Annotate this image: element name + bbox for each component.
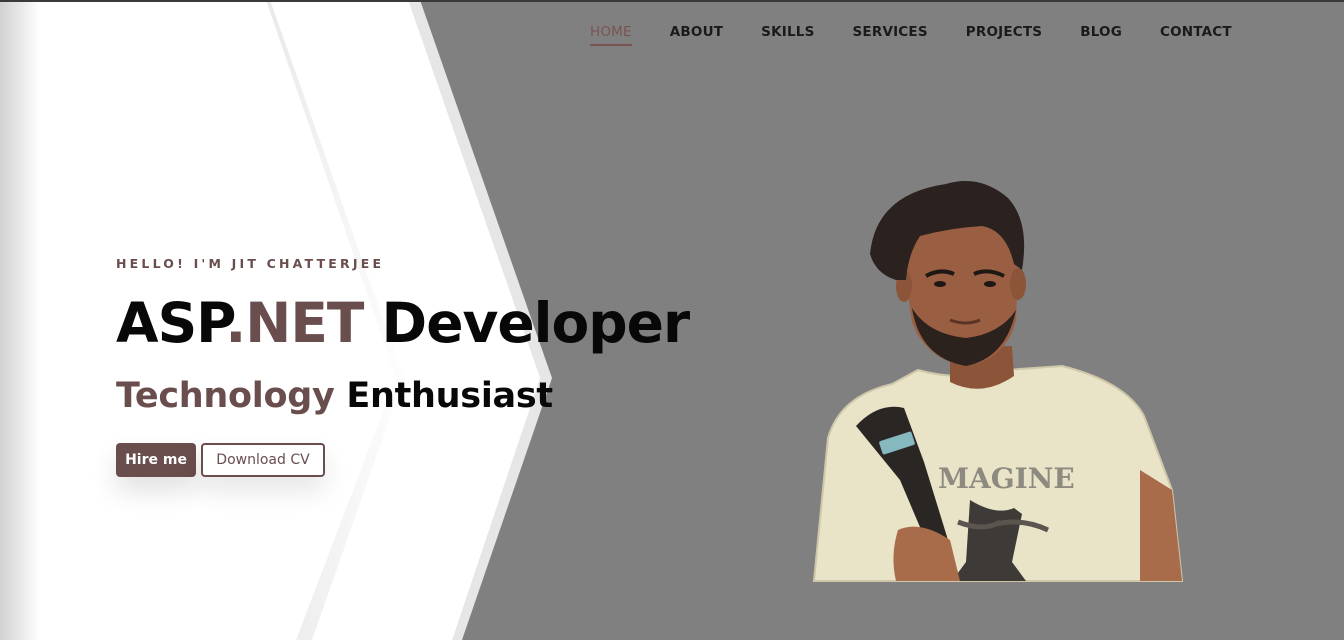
title-accent: .NET [225, 291, 364, 355]
shirt-print-text: MAGINE [938, 462, 1075, 495]
nav-home[interactable]: HOME [590, 24, 632, 46]
subtitle-accent: Technology [116, 376, 335, 416]
hero-title: ASP.NET Developer [116, 296, 690, 351]
title-part2: Developer [363, 291, 691, 355]
hero-section: HELLO! I'M JIT CHATTERJEE ASP.NET Develo… [116, 256, 690, 477]
hero-buttons: Hire me Download CV [116, 443, 689, 477]
profile-photo: MAGINE [812, 181, 1184, 582]
nav-contact[interactable]: CONTACT [1160, 24, 1232, 44]
hire-me-button[interactable]: Hire me [116, 443, 196, 477]
main-nav: HOME ABOUT SKILLS SERVICES PROJECTS BLOG… [590, 24, 1270, 46]
left-edge-shadow [0, 0, 40, 640]
hero-subtitle: Technology Enthusiast [116, 379, 689, 414]
nav-blog[interactable]: BLOG [1080, 24, 1122, 44]
nav-projects[interactable]: PROJECTS [966, 24, 1042, 44]
hero-greeting: HELLO! I'M JIT CHATTERJEE [116, 256, 385, 271]
nav-about[interactable]: ABOUT [670, 24, 723, 44]
subtitle-rest: Enthusiast [334, 376, 553, 416]
top-border [0, 0, 1344, 2]
title-part1: ASP [116, 291, 226, 355]
download-cv-button[interactable]: Download CV [201, 443, 325, 477]
nav-services[interactable]: SERVICES [853, 24, 928, 44]
nav-skills[interactable]: SKILLS [761, 24, 814, 44]
